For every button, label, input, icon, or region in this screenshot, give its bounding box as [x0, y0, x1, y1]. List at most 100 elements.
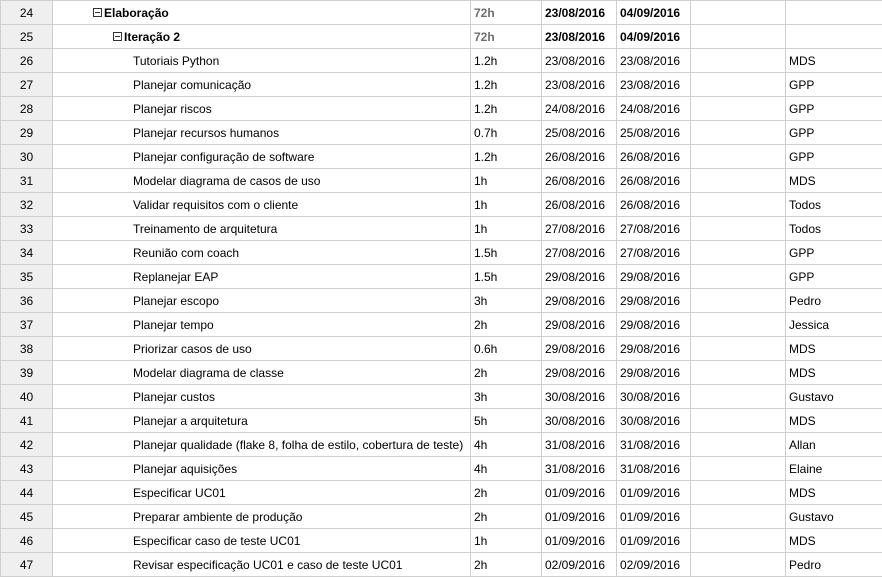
- task-resource[interactable]: Gustavo: [785, 384, 882, 409]
- task-row[interactable]: 46 Especificar caso de teste UC01 1h 01/09/…: [0, 528, 882, 553]
- task-name-cell[interactable]: Priorizar casos de uso: [52, 336, 471, 361]
- task-row[interactable]: 44 Especificar UC01 2h 01/09/2016 01/09/2016…: [0, 480, 882, 505]
- task-finish-date[interactable]: 01/09/2016: [616, 528, 691, 553]
- task-finish-date[interactable]: 29/08/2016: [616, 312, 691, 337]
- task-work[interactable]: 1h: [470, 528, 542, 553]
- empty-cell[interactable]: [690, 552, 786, 577]
- task-finish-date[interactable]: 01/09/2016: [616, 504, 691, 529]
- task-name-cell[interactable]: Planejar riscos: [52, 96, 471, 121]
- empty-cell[interactable]: [690, 288, 786, 313]
- task-work[interactable]: 3h: [470, 288, 542, 313]
- task-start-date[interactable]: 26/08/2016: [541, 144, 617, 169]
- task-finish-date[interactable]: 29/08/2016: [616, 288, 691, 313]
- empty-cell[interactable]: [690, 168, 786, 193]
- task-row[interactable]: 39 Modelar diagrama de classe 2h 29/08/2016…: [0, 360, 882, 385]
- task-start-date[interactable]: 27/08/2016: [541, 216, 617, 241]
- task-work[interactable]: 2h: [470, 312, 542, 337]
- task-work[interactable]: 0.6h: [470, 336, 542, 361]
- task-resource[interactable]: MDS: [785, 528, 882, 553]
- task-resource[interactable]: GPP: [785, 264, 882, 289]
- task-finish-date[interactable]: 26/08/2016: [616, 144, 691, 169]
- task-finish-date[interactable]: 01/09/2016: [616, 480, 691, 505]
- empty-cell[interactable]: [690, 144, 786, 169]
- task-resource[interactable]: GPP: [785, 144, 882, 169]
- collapse-toggle-icon[interactable]: [113, 31, 122, 41]
- task-name-cell[interactable]: Planejar configuração de software: [52, 144, 471, 169]
- task-start-date[interactable]: 26/08/2016: [541, 168, 617, 193]
- task-work[interactable]: 1h: [470, 216, 542, 241]
- task-start-date[interactable]: 31/08/2016: [541, 432, 617, 457]
- task-work[interactable]: 4h: [470, 456, 542, 481]
- task-finish-date[interactable]: 30/08/2016: [616, 408, 691, 433]
- task-start-date[interactable]: 25/08/2016: [541, 120, 617, 145]
- task-work[interactable]: 3h: [470, 384, 542, 409]
- task-work[interactable]: 72h: [470, 0, 542, 25]
- task-finish-date[interactable]: 29/08/2016: [616, 336, 691, 361]
- empty-cell[interactable]: [690, 24, 786, 49]
- task-resource[interactable]: [785, 24, 882, 49]
- task-row[interactable]: 47 Revisar especificação UC01 e caso de t…: [0, 552, 882, 577]
- empty-cell[interactable]: [690, 504, 786, 529]
- task-row[interactable]: 28 Planejar riscos 1.2h 24/08/2016 24/08/201…: [0, 96, 882, 121]
- task-resource[interactable]: GPP: [785, 240, 882, 265]
- task-name-cell[interactable]: Planejar recursos humanos: [52, 120, 471, 145]
- row-id[interactable]: 29: [0, 120, 53, 145]
- task-start-date[interactable]: 02/09/2016: [541, 552, 617, 577]
- row-id[interactable]: 34: [0, 240, 53, 265]
- task-finish-date[interactable]: 26/08/2016: [616, 192, 691, 217]
- task-start-date[interactable]: 01/09/2016: [541, 528, 617, 553]
- empty-cell[interactable]: [690, 96, 786, 121]
- task-work[interactable]: 2h: [470, 360, 542, 385]
- task-start-date[interactable]: 23/08/2016: [541, 72, 617, 97]
- task-name-cell[interactable]: Planejar custos: [52, 384, 471, 409]
- task-start-date[interactable]: 29/08/2016: [541, 336, 617, 361]
- summary-task-row[interactable]: 25 Iteração 2 72h 23/08/2016 04/09/2016: [0, 24, 882, 49]
- task-work[interactable]: 5h: [470, 408, 542, 433]
- task-resource[interactable]: Gustavo: [785, 504, 882, 529]
- task-row[interactable]: 32 Validar requisitos com o cliente 1h 26/0…: [0, 192, 882, 217]
- task-finish-date[interactable]: 24/08/2016: [616, 96, 691, 121]
- task-name-cell[interactable]: Planejar a arquitetura: [52, 408, 471, 433]
- task-name-cell[interactable]: Replanejar EAP: [52, 264, 471, 289]
- task-resource[interactable]: MDS: [785, 48, 882, 73]
- task-work[interactable]: 72h: [470, 24, 542, 49]
- row-id[interactable]: 35: [0, 264, 53, 289]
- task-start-date[interactable]: 23/08/2016: [541, 48, 617, 73]
- task-resource[interactable]: GPP: [785, 72, 882, 97]
- row-id[interactable]: 45: [0, 504, 53, 529]
- task-row[interactable]: 30 Planejar configuração de software 1.2h 2…: [0, 144, 882, 169]
- empty-cell[interactable]: [690, 432, 786, 457]
- task-work[interactable]: 1.2h: [470, 48, 542, 73]
- row-id[interactable]: 44: [0, 480, 53, 505]
- task-name-cell[interactable]: Planejar comunicação: [52, 72, 471, 97]
- task-finish-date[interactable]: 25/08/2016: [616, 120, 691, 145]
- task-resource[interactable]: MDS: [785, 360, 882, 385]
- task-start-date[interactable]: 26/08/2016: [541, 192, 617, 217]
- task-work[interactable]: 2h: [470, 480, 542, 505]
- task-row[interactable]: 26 Tutoriais Python 1.2h 23/08/2016 23/08/20…: [0, 48, 882, 73]
- task-resource[interactable]: MDS: [785, 408, 882, 433]
- task-start-date[interactable]: 27/08/2016: [541, 240, 617, 265]
- task-start-date[interactable]: 29/08/2016: [541, 264, 617, 289]
- task-work[interactable]: 1.2h: [470, 72, 542, 97]
- task-row[interactable]: 40 Planejar custos 3h 30/08/2016 30/08/2016 G…: [0, 384, 882, 409]
- task-finish-date[interactable]: 23/08/2016: [616, 72, 691, 97]
- empty-cell[interactable]: [690, 384, 786, 409]
- task-resource[interactable]: Jessica: [785, 312, 882, 337]
- empty-cell[interactable]: [690, 72, 786, 97]
- task-resource[interactable]: Todos: [785, 216, 882, 241]
- empty-cell[interactable]: [690, 456, 786, 481]
- row-id[interactable]: 24: [0, 0, 53, 25]
- task-finish-date[interactable]: 02/09/2016: [616, 552, 691, 577]
- empty-cell[interactable]: [690, 408, 786, 433]
- task-row[interactable]: 31 Modelar diagrama de casos de uso 1h 26/0…: [0, 168, 882, 193]
- row-id[interactable]: 31: [0, 168, 53, 193]
- task-name-cell[interactable]: Modelar diagrama de casos de uso: [52, 168, 471, 193]
- empty-cell[interactable]: [690, 360, 786, 385]
- row-id[interactable]: 47: [0, 552, 53, 577]
- task-start-date[interactable]: 29/08/2016: [541, 312, 617, 337]
- row-id[interactable]: 36: [0, 288, 53, 313]
- row-id[interactable]: 39: [0, 360, 53, 385]
- task-row[interactable]: 45 Preparar ambiente de produção 2h 01/09/2…: [0, 504, 882, 529]
- task-start-date[interactable]: 30/08/2016: [541, 408, 617, 433]
